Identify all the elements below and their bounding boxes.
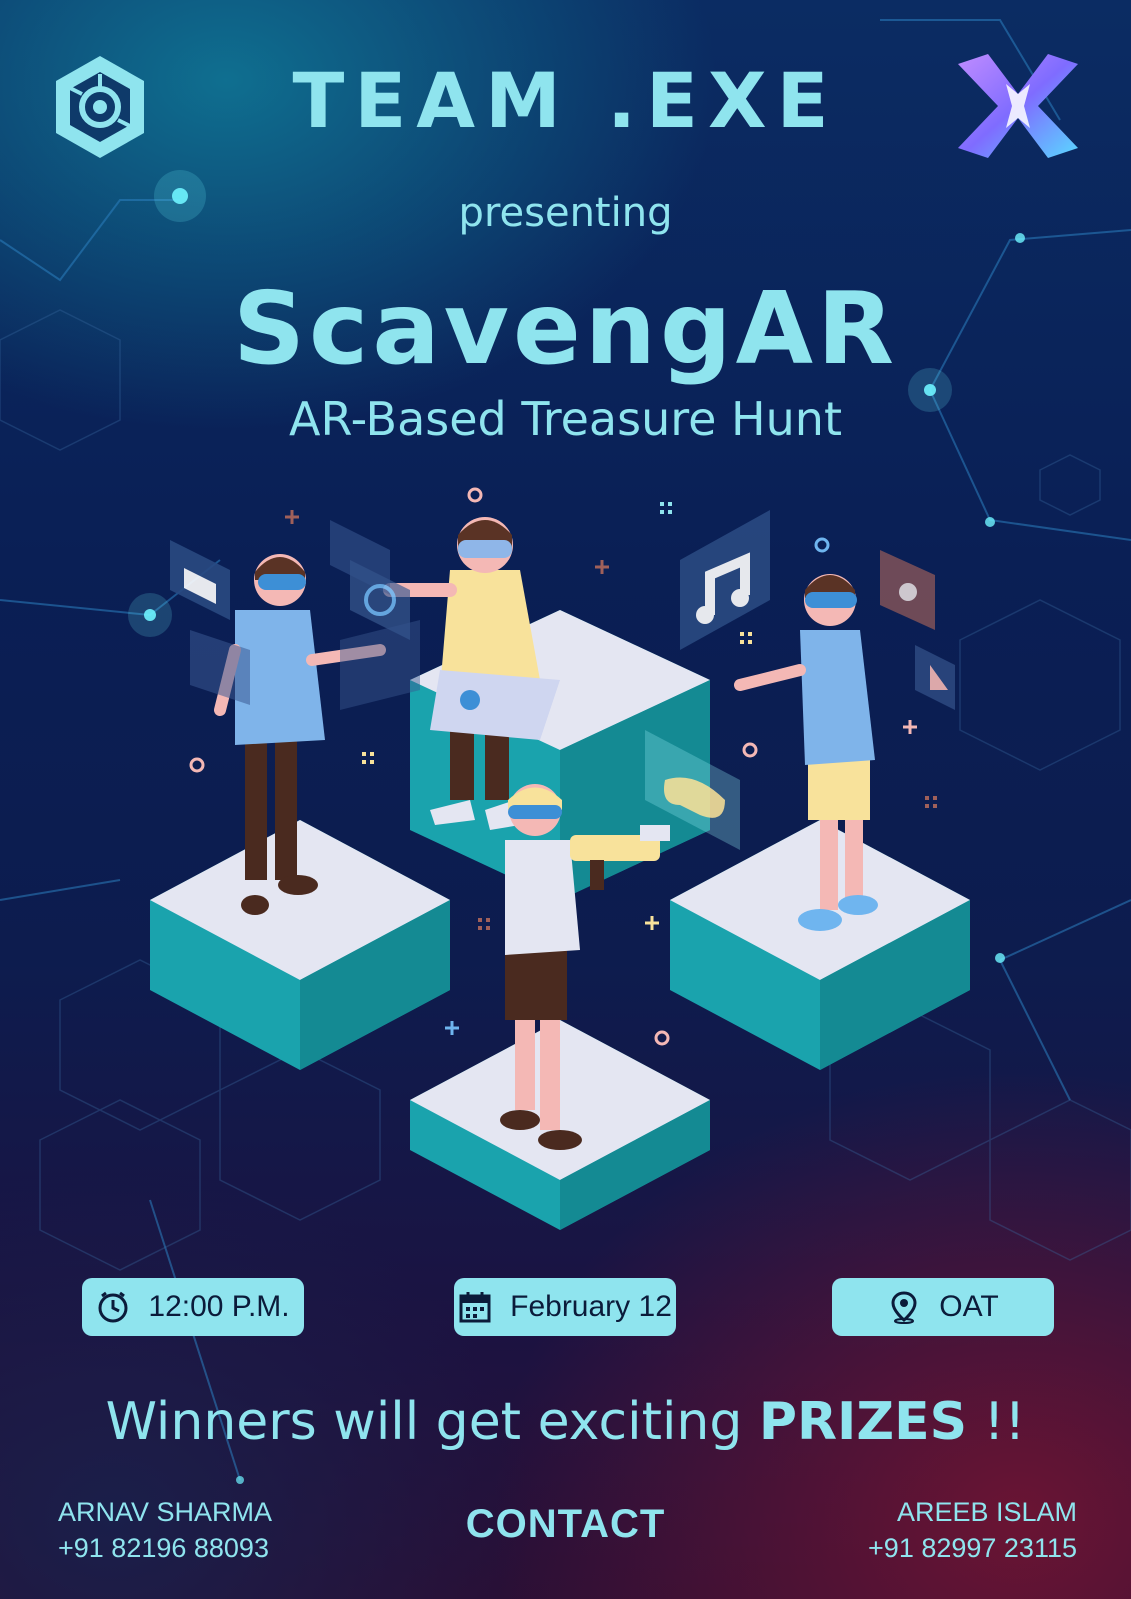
contact-right-name: AREEB ISLAM <box>896 1497 1077 1527</box>
event-subtitle: AR-Based Treasure Hunt <box>289 392 842 446</box>
contact-right-phone: +91 82997 23115 <box>868 1533 1077 1563</box>
event-name: ScavengAR <box>233 270 898 387</box>
date-pill: February 12 <box>454 1278 676 1336</box>
mail-panel <box>170 540 230 620</box>
prizes-prefix: Winners will get exciting <box>105 1392 759 1452</box>
location-text: OAT <box>939 1290 999 1323</box>
ar-treasure-hunt-illustration <box>150 487 970 1230</box>
date-text: February 12 <box>510 1290 672 1323</box>
prizes-line: Winners will get exciting PRIZES !! <box>0 1392 1131 1452</box>
platform-left <box>150 820 450 1070</box>
team-title: TEAM .EXE <box>292 56 839 145</box>
clock-icon <box>98 1291 128 1323</box>
event-poster: TEAM .EXE presenting ScavengAR AR-Based … <box>0 0 1131 1599</box>
music-note-panel <box>680 510 770 650</box>
camera-panel <box>880 550 935 630</box>
location-pin-icon <box>891 1291 917 1324</box>
calendar-icon <box>459 1292 491 1323</box>
prizes-emphasis: PRIZES <box>758 1392 968 1452</box>
location-pill: OAT <box>832 1278 1054 1336</box>
time-text: 12:00 P.M. <box>148 1290 290 1323</box>
time-pill: 12:00 P.M. <box>82 1278 304 1336</box>
prizes-suffix: !! <box>967 1392 1026 1452</box>
presenting-label: presenting <box>458 190 673 236</box>
